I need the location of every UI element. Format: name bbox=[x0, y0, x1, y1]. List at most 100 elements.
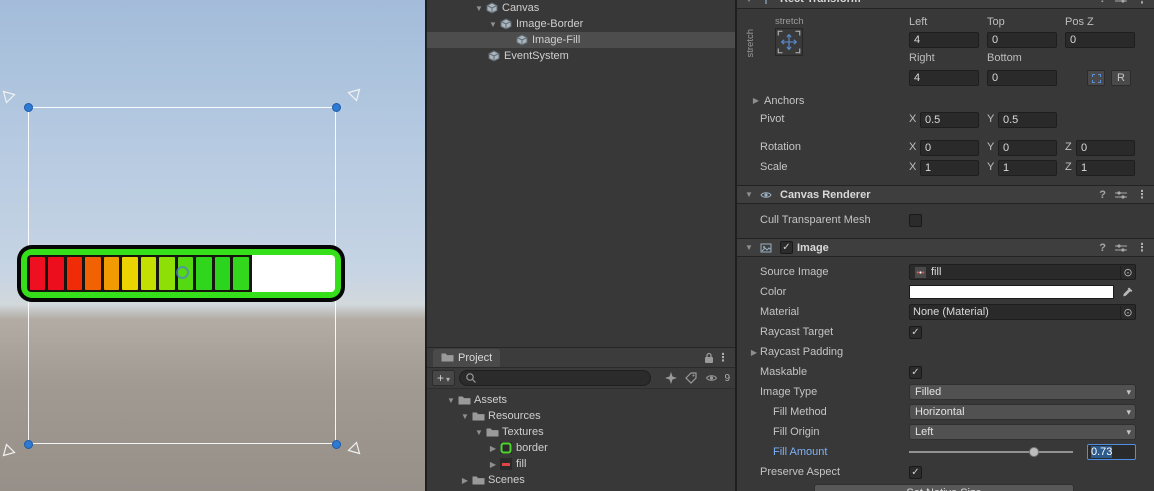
filter-label-icon[interactable] bbox=[683, 372, 699, 384]
right-field[interactable]: 4 bbox=[909, 70, 979, 86]
preset-icon[interactable] bbox=[1115, 0, 1127, 4]
image-enabled-checkbox[interactable] bbox=[780, 241, 793, 254]
project-tab[interactable]: Project bbox=[433, 348, 501, 367]
help-icon[interactable] bbox=[1099, 242, 1106, 254]
anchor-handle-top-right-icon[interactable] bbox=[346, 88, 361, 103]
fill-origin-value: Left bbox=[915, 426, 934, 438]
rect-handle-bottom-right[interactable] bbox=[332, 440, 341, 449]
foldout-closed-icon[interactable] bbox=[487, 444, 499, 453]
hierarchy-item-image-fill[interactable]: Image-Fill bbox=[427, 32, 735, 48]
image-header[interactable]: Image bbox=[737, 238, 1154, 257]
filter-type-icon[interactable] bbox=[663, 372, 679, 384]
package-visibility-count: 9 bbox=[724, 372, 730, 384]
help-icon[interactable] bbox=[1099, 189, 1106, 201]
raw-edit-mode-button[interactable]: R bbox=[1111, 70, 1131, 86]
preserve-aspect-checkbox[interactable] bbox=[909, 465, 922, 479]
raycast-target-checkbox[interactable] bbox=[909, 325, 922, 339]
image-type-value: Filled bbox=[915, 386, 942, 398]
blueprint-mode-button[interactable] bbox=[1087, 70, 1105, 86]
component-menu-icon[interactable] bbox=[1136, 188, 1148, 201]
foldout-open-icon[interactable] bbox=[743, 190, 755, 199]
scale-y-field[interactable]: 1 bbox=[998, 160, 1057, 176]
texture-border-icon bbox=[499, 442, 513, 454]
object-picker-icon[interactable]: ⊙ bbox=[1120, 305, 1135, 319]
hierarchy-item-eventsystem[interactable]: EventSystem bbox=[427, 48, 735, 64]
component-menu-icon[interactable] bbox=[1136, 0, 1148, 6]
hierarchy-item-label: EventSystem bbox=[504, 50, 569, 62]
tree-item-border[interactable]: border bbox=[427, 440, 735, 456]
preset-icon[interactable] bbox=[1115, 190, 1127, 200]
create-asset-button[interactable]: + bbox=[432, 370, 456, 386]
cull-transparent-mesh-row: Cull Transparent Mesh bbox=[737, 210, 1154, 230]
fill-amount-field[interactable]: 0.73 bbox=[1087, 444, 1136, 460]
cull-transparent-mesh-checkbox[interactable] bbox=[909, 213, 922, 227]
top-field[interactable]: 0 bbox=[987, 32, 1057, 48]
rect-handle-top-right[interactable] bbox=[332, 103, 341, 112]
set-native-size-button[interactable]: Set Native Size bbox=[814, 484, 1074, 491]
search-icon bbox=[466, 373, 476, 383]
pivot-x-field[interactable]: 0.5 bbox=[920, 112, 979, 128]
image-type-row: Image Type Filled bbox=[737, 382, 1154, 402]
project-menu-icon[interactable] bbox=[717, 351, 729, 364]
posz-field[interactable]: 0 bbox=[1065, 32, 1135, 48]
anchor-handle-bottom-left-icon[interactable] bbox=[2, 442, 17, 457]
foldout-open-icon[interactable] bbox=[487, 20, 499, 29]
project-search[interactable] bbox=[459, 370, 652, 386]
rect-handle-bottom-left[interactable] bbox=[24, 440, 33, 449]
rotation-y-field[interactable]: 0 bbox=[998, 140, 1057, 156]
foldout-open-icon[interactable] bbox=[473, 4, 485, 13]
hierarchy-item-canvas[interactable]: Canvas bbox=[427, 0, 735, 16]
material-field[interactable]: None (Material) ⊙ bbox=[909, 304, 1136, 320]
rect-handle-top-left[interactable] bbox=[24, 103, 33, 112]
foldout-closed-icon[interactable] bbox=[487, 460, 499, 469]
rotation-x-field[interactable]: 0 bbox=[920, 140, 979, 156]
hierarchy-item-label: Canvas bbox=[502, 2, 540, 14]
hierarchy-item-image-border[interactable]: Image-Border bbox=[427, 16, 735, 32]
project-search-input[interactable] bbox=[480, 372, 641, 384]
tree-item-resources[interactable]: Resources bbox=[427, 408, 735, 424]
pivot-y-field[interactable]: 0.5 bbox=[998, 112, 1057, 128]
tree-item-fill[interactable]: fill bbox=[427, 456, 735, 472]
rect-transform-icon bbox=[759, 0, 773, 5]
bottom-field[interactable]: 0 bbox=[987, 70, 1057, 86]
fill-amount-label: Fill Amount bbox=[773, 446, 828, 458]
scale-x-field[interactable]: 1 bbox=[920, 160, 979, 176]
component-menu-icon[interactable] bbox=[1136, 241, 1148, 254]
anchor-handle-top-left-icon[interactable] bbox=[2, 90, 17, 105]
foldout-closed-icon[interactable] bbox=[748, 348, 760, 357]
tree-item-scenes[interactable]: Scenes bbox=[427, 472, 735, 488]
tree-item-textures[interactable]: Textures bbox=[427, 424, 735, 440]
anchor-preset-top-label: stretch bbox=[775, 16, 804, 27]
object-picker-icon[interactable]: ⊙ bbox=[1120, 265, 1135, 279]
eyedropper-icon[interactable] bbox=[1120, 284, 1136, 300]
anchor-handle-bottom-right-icon[interactable] bbox=[346, 440, 361, 455]
fill-origin-dropdown[interactable]: Left bbox=[909, 424, 1136, 440]
anchor-preset-icon[interactable] bbox=[775, 28, 803, 56]
foldout-open-icon[interactable] bbox=[473, 428, 485, 437]
foldout-open-icon[interactable] bbox=[445, 396, 457, 405]
image-type-dropdown[interactable]: Filled bbox=[909, 384, 1136, 400]
foldout-open-icon[interactable] bbox=[459, 412, 471, 421]
preset-icon[interactable] bbox=[1115, 243, 1127, 253]
source-image-field[interactable]: fill ⊙ bbox=[909, 264, 1136, 280]
fill-amount-slider-handle[interactable] bbox=[1028, 447, 1039, 457]
healthbar-segment bbox=[122, 257, 138, 290]
tree-item-assets[interactable]: Assets bbox=[427, 392, 735, 408]
fill-amount-slider[interactable] bbox=[909, 444, 1081, 460]
foldout-open-icon[interactable] bbox=[743, 0, 755, 4]
lock-icon[interactable] bbox=[701, 352, 717, 364]
left-field[interactable]: 4 bbox=[909, 32, 979, 48]
rotation-z-field[interactable]: 0 bbox=[1076, 140, 1135, 156]
fill-method-dropdown[interactable]: Horizontal bbox=[909, 404, 1136, 420]
help-icon[interactable] bbox=[1099, 0, 1106, 5]
canvas-renderer-header[interactable]: Canvas Renderer bbox=[737, 185, 1154, 204]
color-swatch[interactable] bbox=[909, 285, 1114, 299]
foldout-open-icon[interactable] bbox=[743, 243, 755, 252]
maskable-checkbox[interactable] bbox=[909, 365, 922, 379]
package-visibility-icon[interactable] bbox=[703, 372, 719, 384]
pivot-gizmo-icon[interactable] bbox=[176, 266, 189, 279]
foldout-closed-icon[interactable] bbox=[750, 96, 762, 105]
scene-view[interactable] bbox=[0, 0, 425, 491]
foldout-closed-icon[interactable] bbox=[459, 476, 471, 485]
scale-z-field[interactable]: 1 bbox=[1076, 160, 1135, 176]
